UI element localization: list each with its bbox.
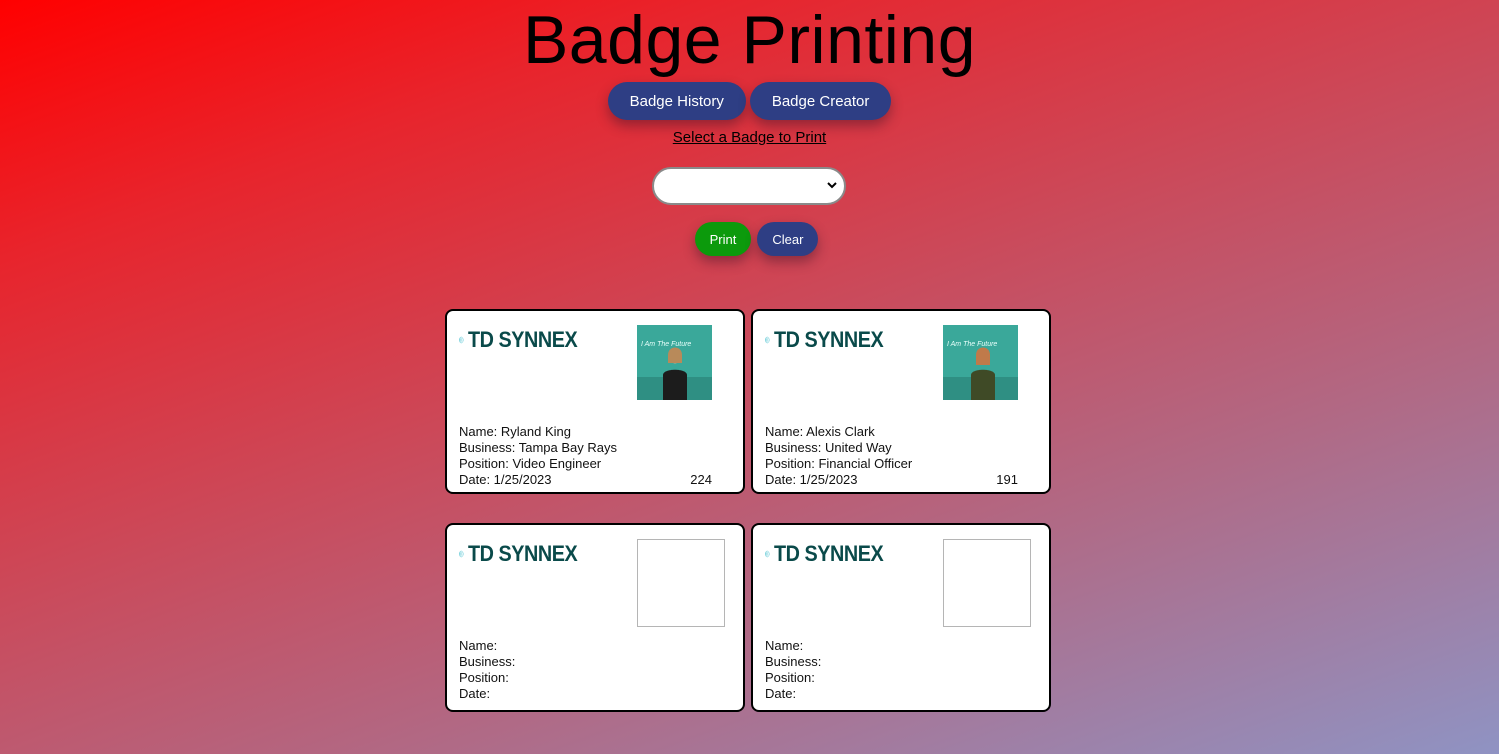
empty-photo-frame [637,539,725,627]
badge-creator-button[interactable]: Badge Creator [749,82,892,120]
badge-business: Business: United Way [765,440,892,455]
badge-position: Position: [765,670,815,685]
badge-photo: I Am The Future [943,325,1018,400]
action-button-row: Print Clear [0,222,1499,256]
badge-history-button[interactable]: Badge History [607,82,746,120]
company-logo: TD SYNNEX [459,321,589,359]
badge-card[interactable]: TD SYNNEX Name: Business: Position: Date… [751,523,1051,712]
badge-photo: I Am The Future [637,325,712,400]
page-title: Badge Printing [522,2,977,78]
badge-business: Business: [765,654,822,669]
company-logo: TD SYNNEX [765,535,895,573]
empty-photo-frame [943,539,1031,627]
badge-card[interactable]: TD SYNNEX I Am The Future Name: Alexis C… [751,309,1051,494]
swirl-logo-icon [459,336,464,344]
badge-name: Name: [459,638,498,653]
person-photo-icon: I Am The Future [943,325,1018,400]
select-badge-label: Select a Badge to Print [672,129,827,146]
swirl-logo-icon [765,550,770,558]
logo-text: TD SYNNEX [773,327,884,352]
print-button[interactable]: Print [694,222,752,256]
person-photo-icon: I Am The Future [637,325,712,400]
photo-caption: I Am The Future [947,341,997,348]
badge-business: Business: [459,654,516,669]
badge-name: Name: [765,638,804,653]
badge-number: 191 [996,472,1018,487]
badge-date: Date: 1/25/2023 [459,472,552,487]
badge-info: Name: Ryland King Business: Tampa Bay Ra… [459,424,617,488]
clear-button[interactable]: Clear [757,222,819,256]
badge-name: Name: Alexis Clark [765,424,875,439]
badge-info: Name: Alexis Clark Business: United Way … [765,424,912,488]
company-logo: TD SYNNEX [765,321,895,359]
badge-date: Date: [459,686,491,701]
badge-select-wrapper [652,167,846,205]
badge-info: Name: Business: Position: Date: [459,638,515,702]
swirl-logo-icon [765,336,770,344]
swirl-logo-icon [459,550,464,558]
badge-select[interactable] [652,167,846,205]
badge-business: Business: Tampa Bay Rays [459,440,617,455]
badge-card[interactable]: TD SYNNEX I Am The Future Name: Ryland K… [445,309,745,494]
badge-date: Date: [765,686,797,701]
badge-number: 224 [690,472,712,487]
badge-date: Date: 1/25/2023 [765,472,858,487]
badge-position: Position: [459,670,509,685]
logo-text: TD SYNNEX [773,541,884,566]
badge-position: Position: Financial Officer [765,456,913,471]
photo-caption: I Am The Future [641,341,691,348]
badge-position: Position: Video Engineer [459,456,602,471]
company-logo: TD SYNNEX [459,535,589,573]
logo-text: TD SYNNEX [467,327,578,352]
badge-info: Name: Business: Position: Date: [765,638,821,702]
badge-name: Name: Ryland King [459,424,571,439]
nav-button-row: Badge History Badge Creator [0,82,1499,120]
badge-card[interactable]: TD SYNNEX Name: Business: Position: Date… [445,523,745,712]
logo-text: TD SYNNEX [467,541,578,566]
